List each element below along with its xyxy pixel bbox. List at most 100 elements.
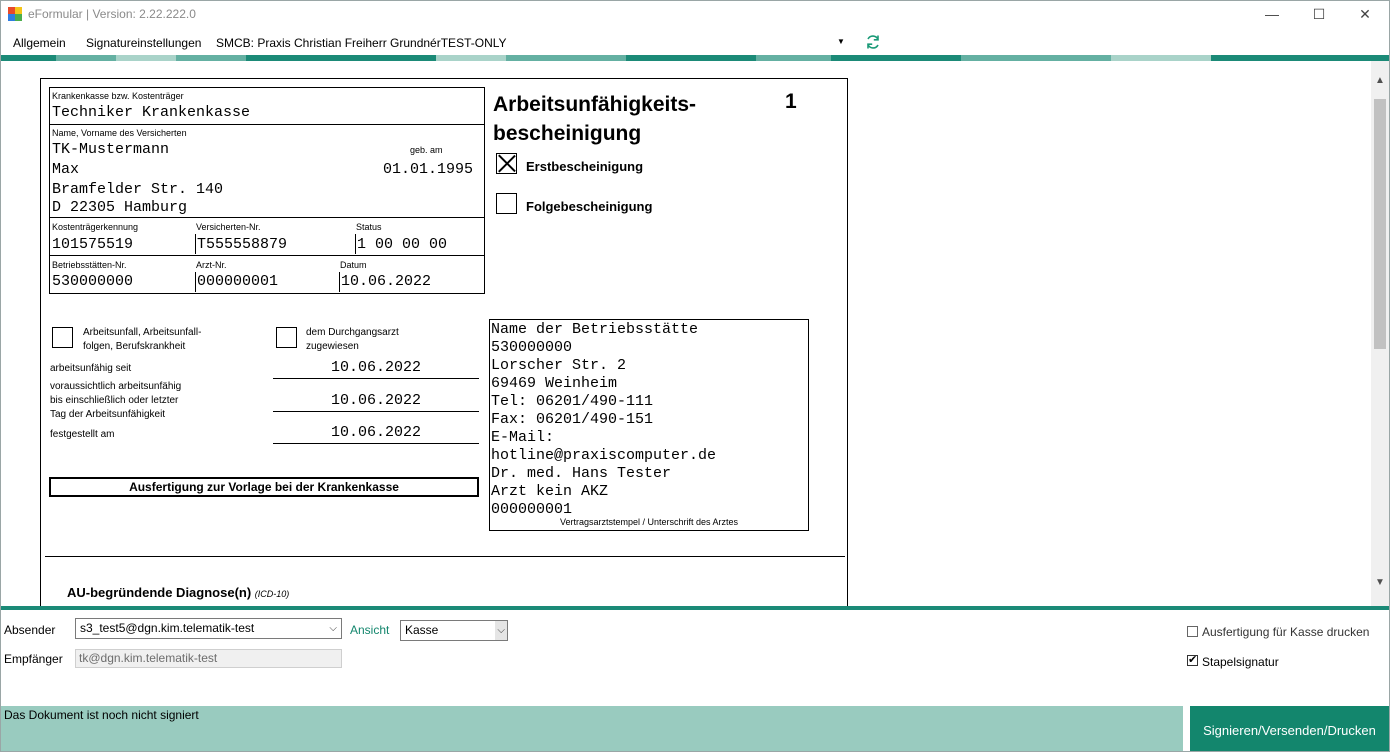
menu-bar: Allgemein Signatureinstellungen SMCB: Pr… <box>1 31 1389 55</box>
stamp-caption: Vertragsarztstempel / Unterschrift des A… <box>559 517 739 527</box>
send-panel: Absender s3_test5@dgn.kim.telematik-test… <box>1 610 1389 706</box>
recipient-field[interactable]: tk@dgn.kim.telematik-test <box>75 649 342 668</box>
vertical-scrollbar[interactable]: ▲ ▼ <box>1371 61 1389 606</box>
diagnosis-heading: AU-begründende Diagnose(n) (ICD-10) <box>67 585 289 600</box>
determined-value: 10.06.2022 <box>330 424 421 441</box>
stamp-line: Tel: 06201/490-111 <box>491 393 654 410</box>
status-text: Das Dokument ist noch nicht signiert <box>4 708 199 722</box>
stamp-line: 69469 Weinheim <box>491 375 618 392</box>
transit-label-line2: zugewiesen <box>306 341 359 352</box>
first-name: Max <box>52 161 80 178</box>
chevron-down-icon[interactable]: ⌵ <box>329 619 337 638</box>
status-bar: Das Dokument ist noch nicht signiert <box>1 706 1183 751</box>
diagnosis-code-label: (ICD-10) <box>254 589 290 599</box>
application-window: eFormular | Version: 2.22.222.0 — ☐ ✕ Al… <box>0 0 1390 752</box>
page-number: 1 <box>785 90 797 113</box>
transit-doctor-checkbox[interactable] <box>276 327 297 348</box>
stamp-line: 530000000 <box>491 339 573 356</box>
until-label-line2: bis einschließlich oder letzter <box>50 395 179 406</box>
first-cert-checkbox[interactable] <box>496 153 517 174</box>
first-cert-label: Erstbescheinigung <box>526 159 644 174</box>
scroll-thumb[interactable] <box>1374 99 1386 349</box>
payer-id: 101575519 <box>52 236 134 253</box>
maximize-button[interactable]: ☐ <box>1296 1 1342 27</box>
form-title-line1: Arbeitsunfähigkeits- <box>493 93 697 116</box>
stamp-line: Fax: 06201/490-151 <box>491 411 654 428</box>
title-bar: eFormular | Version: 2.22.222.0 — ☐ ✕ <box>1 1 1389 27</box>
transit-doctor-label: dem Durchgangsarzt zugewiesen <box>306 326 399 354</box>
copy-note: Ausfertigung zur Vorlage bei der Kranken… <box>49 477 479 497</box>
chevron-down-icon[interactable]: ▼ <box>837 37 845 46</box>
close-button[interactable]: ✕ <box>1342 1 1388 27</box>
insurer-value: Techniker Krankenkasse <box>52 104 251 121</box>
last-name: TK-Mustermann <box>52 141 170 158</box>
print-copy-label: Ausfertigung für Kasse drucken <box>1202 625 1370 639</box>
stamp-line: Name der Betriebsstätte <box>491 321 699 338</box>
status-label: Status <box>356 222 382 232</box>
view-label: Ansicht <box>350 623 390 637</box>
site-no-label: Betriebsstätten-Nr. <box>52 260 127 270</box>
form-title: Arbeitsunfähigkeits- bescheinigung <box>493 90 696 148</box>
scroll-down-icon[interactable]: ▼ <box>1375 577 1385 588</box>
accident-checkbox[interactable] <box>52 327 73 348</box>
stamp-line: Lorscher Str. 2 <box>491 357 627 374</box>
site-no: 530000000 <box>52 273 134 290</box>
date-label: Datum <box>340 260 367 270</box>
accident-label: Arbeitsunfall, Arbeitsunfall- folgen, Be… <box>83 326 201 354</box>
refresh-icon[interactable] <box>865 34 881 50</box>
doctor-stamp: Name der Betriebsstätte 530000000 Lorsch… <box>489 319 809 531</box>
stamp-line: E-Mail: <box>491 429 555 446</box>
doctor-no-label: Arzt-Nr. <box>196 260 227 270</box>
stamp-line: hotline@praxiscomputer.de <box>491 447 717 464</box>
followup-cert-checkbox[interactable] <box>496 193 517 214</box>
birth-date: 01.01.1995 <box>383 161 474 178</box>
chevron-down-icon[interactable]: ⌵ <box>495 621 507 640</box>
menu-signature-settings[interactable]: Signatureinstellungen <box>86 36 201 50</box>
unfit-since-value: 10.06.2022 <box>330 359 421 376</box>
section-divider <box>45 556 845 557</box>
until-value: 10.06.2022 <box>330 392 421 409</box>
sender-label: Absender <box>4 623 56 637</box>
stamp-line: Arzt kein AKZ <box>491 483 609 500</box>
insured-box: Krankenkasse bzw. Kostenträger Techniker… <box>49 87 485 294</box>
street: Bramfelder Str. 140 <box>52 181 224 198</box>
determined-label: festgestellt am <box>50 429 115 440</box>
sender-value: s3_test5@dgn.kim.telematik-test <box>80 621 255 635</box>
app-icon <box>8 7 22 21</box>
unfit-since-label: arbeitsunfähig seit <box>50 363 132 374</box>
recipient-label: Empfänger <box>4 652 63 666</box>
form-title-line2: bescheinigung <box>493 122 642 145</box>
print-copy-checkbox[interactable] <box>1187 626 1198 637</box>
view-select[interactable]: Kasse ⌵ <box>400 620 508 641</box>
stamp-line: Dr. med. Hans Tester <box>491 465 672 482</box>
stamp-line: 000000001 <box>491 501 573 518</box>
doctor-no: 000000001 <box>197 273 279 290</box>
insured-no-label: Versicherten-Nr. <box>196 222 261 232</box>
accident-label-line1: Arbeitsunfall, Arbeitsunfall- <box>83 327 202 338</box>
insured-no: T555558879 <box>197 236 288 253</box>
batch-sign-checkbox[interactable] <box>1187 653 1198 666</box>
birth-label: geb. am <box>410 145 443 155</box>
city: D 22305 Hamburg <box>52 199 188 216</box>
menu-general[interactable]: Allgemein <box>13 36 66 50</box>
sender-select[interactable]: s3_test5@dgn.kim.telematik-test ⌵ <box>75 618 342 639</box>
until-label-line3: Tag der Arbeitsunfähigkeit <box>50 409 166 420</box>
insurer-label: Krankenkasse bzw. Kostenträger <box>52 91 184 101</box>
sign-send-print-button[interactable]: Signieren/Versenden/Drucken <box>1190 706 1389 751</box>
window-title: eFormular | Version: 2.22.222.0 <box>28 7 196 21</box>
view-value: Kasse <box>405 623 439 637</box>
transit-label-line1: dem Durchgangsarzt <box>306 327 399 338</box>
document-view[interactable]: Krankenkasse bzw. Kostenträger Techniker… <box>1 61 1371 606</box>
name-label: Name, Vorname des Versicherten <box>52 128 187 138</box>
au-form: Krankenkasse bzw. Kostenträger Techniker… <box>40 78 848 606</box>
status-value: 1 00 00 00 <box>357 236 448 253</box>
scroll-up-icon[interactable]: ▲ <box>1375 75 1385 86</box>
date-value: 10.06.2022 <box>341 273 432 290</box>
minimize-button[interactable]: — <box>1249 1 1295 27</box>
until-label-line1: voraussichtlich arbeitsunfähig <box>50 381 182 392</box>
batch-sign-label: Stapelsignatur <box>1202 655 1279 669</box>
smcb-selector[interactable]: SMCB: Praxis Christian Freiherr Grundnér… <box>216 36 507 50</box>
accident-label-line2: folgen, Berufskrankheit <box>83 341 186 352</box>
payer-id-label: Kostenträgerkennung <box>52 222 139 232</box>
followup-cert-label: Folgebescheinigung <box>526 199 653 214</box>
